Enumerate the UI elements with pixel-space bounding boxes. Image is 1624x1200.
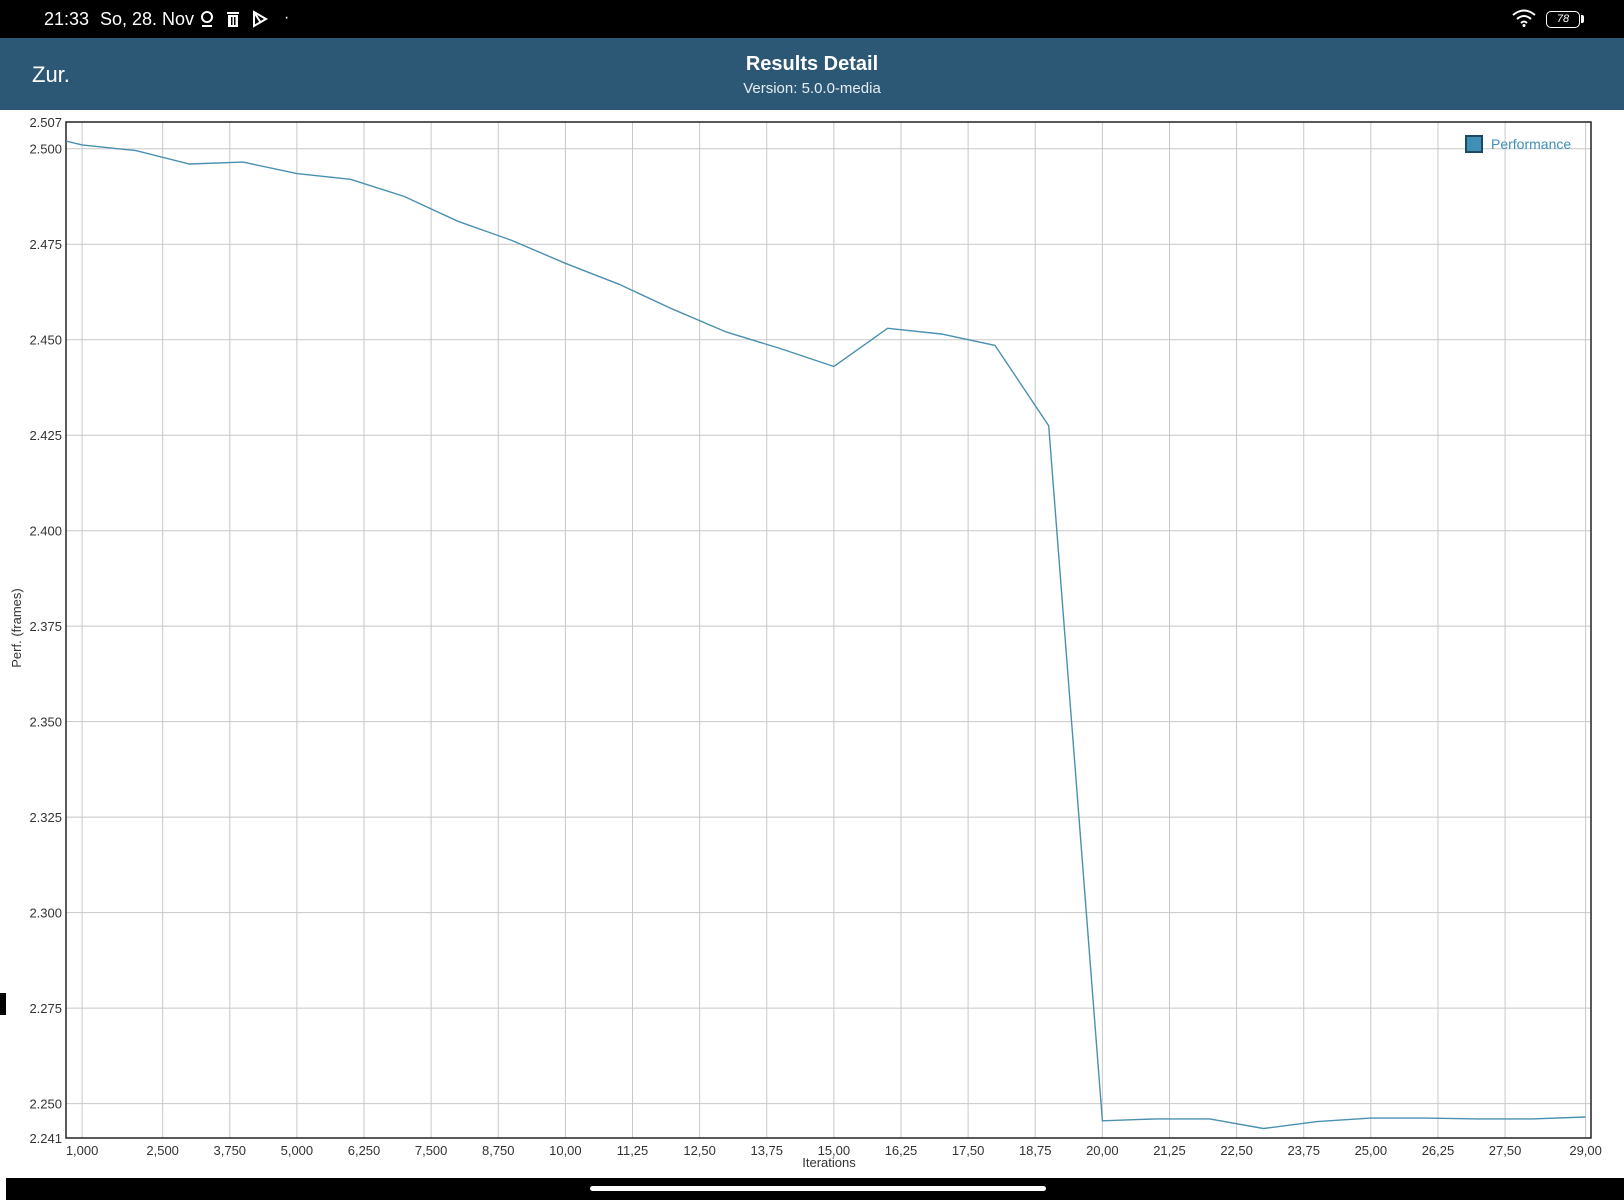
y-tick-label: 2.241 [29, 1131, 62, 1146]
chart-legend: Performance [1465, 135, 1571, 153]
x-axis-label: Iterations [802, 1155, 856, 1170]
x-tick-label: 17,50 [952, 1143, 985, 1158]
x-tick-label: 6,250 [348, 1143, 381, 1158]
status-time: 21:33 [44, 9, 90, 29]
y-tick-label: 2.425 [29, 428, 62, 443]
play-store-icon [252, 10, 268, 33]
wifi-icon [1512, 9, 1536, 32]
x-tick-label: 18,75 [1019, 1143, 1052, 1158]
x-tick-label: 20,00 [1086, 1143, 1119, 1158]
series-line-performance [65, 140, 1586, 1130]
chart-grid [66, 121, 1591, 1139]
y-axis-ticks: 2.241 2.250 2.275 2.300 2.325 2.350 2.375 2.400… [29, 115, 62, 1146]
x-tick-label: 27,50 [1489, 1143, 1522, 1158]
x-tick-label: 2,500 [146, 1143, 179, 1158]
x-tick-label: 21,25 [1153, 1143, 1186, 1158]
x-tick-label: 12,50 [683, 1143, 716, 1158]
x-tick-label: 5,000 [281, 1143, 314, 1158]
y-tick-label: 2.375 [29, 619, 62, 634]
y-tick-label: 2.250 [29, 1097, 62, 1112]
x-tick-label: 25,00 [1355, 1143, 1388, 1158]
x-tick-label: 22,50 [1220, 1143, 1253, 1158]
legend-swatch-performance [1465, 135, 1483, 153]
location-icon [200, 10, 214, 33]
performance-chart: 2.241 2.250 2.275 2.300 2.325 2.350 2.375 2.400… [9, 115, 1602, 1170]
y-tick-label: 2.507 [29, 115, 62, 130]
y-tick-label: 2.275 [29, 1001, 62, 1016]
status-dot: · [284, 9, 290, 26]
x-tick-label: 10,00 [549, 1143, 582, 1158]
status-date: So, 28. Nov [100, 9, 195, 29]
battery-icon: 78 [1546, 11, 1580, 28]
x-tick-label: 23,75 [1287, 1143, 1320, 1158]
x-tick-label: 29,00 [1569, 1143, 1602, 1158]
y-tick-label: 2.475 [29, 237, 62, 252]
battery-tip [1581, 15, 1584, 23]
y-tick-label: 2.350 [29, 715, 62, 730]
y-axis-label: Perf. (frames) [9, 588, 24, 667]
edge-marker [0, 993, 6, 1015]
x-tick-label: 7,500 [415, 1143, 448, 1158]
x-tick-label: 11,25 [617, 1143, 649, 1158]
x-tick-label: 26,25 [1422, 1143, 1455, 1158]
x-tick-label: 1,000 [66, 1143, 99, 1158]
legend-label-performance: Performance [1491, 136, 1571, 152]
x-tick-label: 13,75 [750, 1143, 783, 1158]
plot-frame [65, 121, 1592, 1139]
y-tick-label: 2.400 [29, 524, 62, 539]
x-tick-label: 3,750 [214, 1143, 247, 1158]
navigation-bar [6, 1178, 1624, 1200]
x-tick-label: 8,750 [482, 1143, 515, 1158]
y-tick-label: 2.450 [29, 333, 62, 348]
x-tick-label: 16,25 [885, 1143, 918, 1158]
app-header: Zur. Results Detail Version: 5.0.0-media [0, 38, 1624, 110]
home-indicator[interactable] [590, 1186, 1046, 1191]
y-tick-label: 2.325 [29, 810, 62, 825]
y-tick-label: 2.500 [29, 142, 62, 157]
page-subtitle: Version: 5.0.0-media [743, 80, 881, 97]
y-tick-label: 2.300 [29, 906, 62, 921]
page-title: Results Detail [745, 53, 879, 75]
trash-icon [226, 10, 240, 33]
status-bar: 21:33 So, 28. Nov · 78 [0, 0, 1624, 38]
